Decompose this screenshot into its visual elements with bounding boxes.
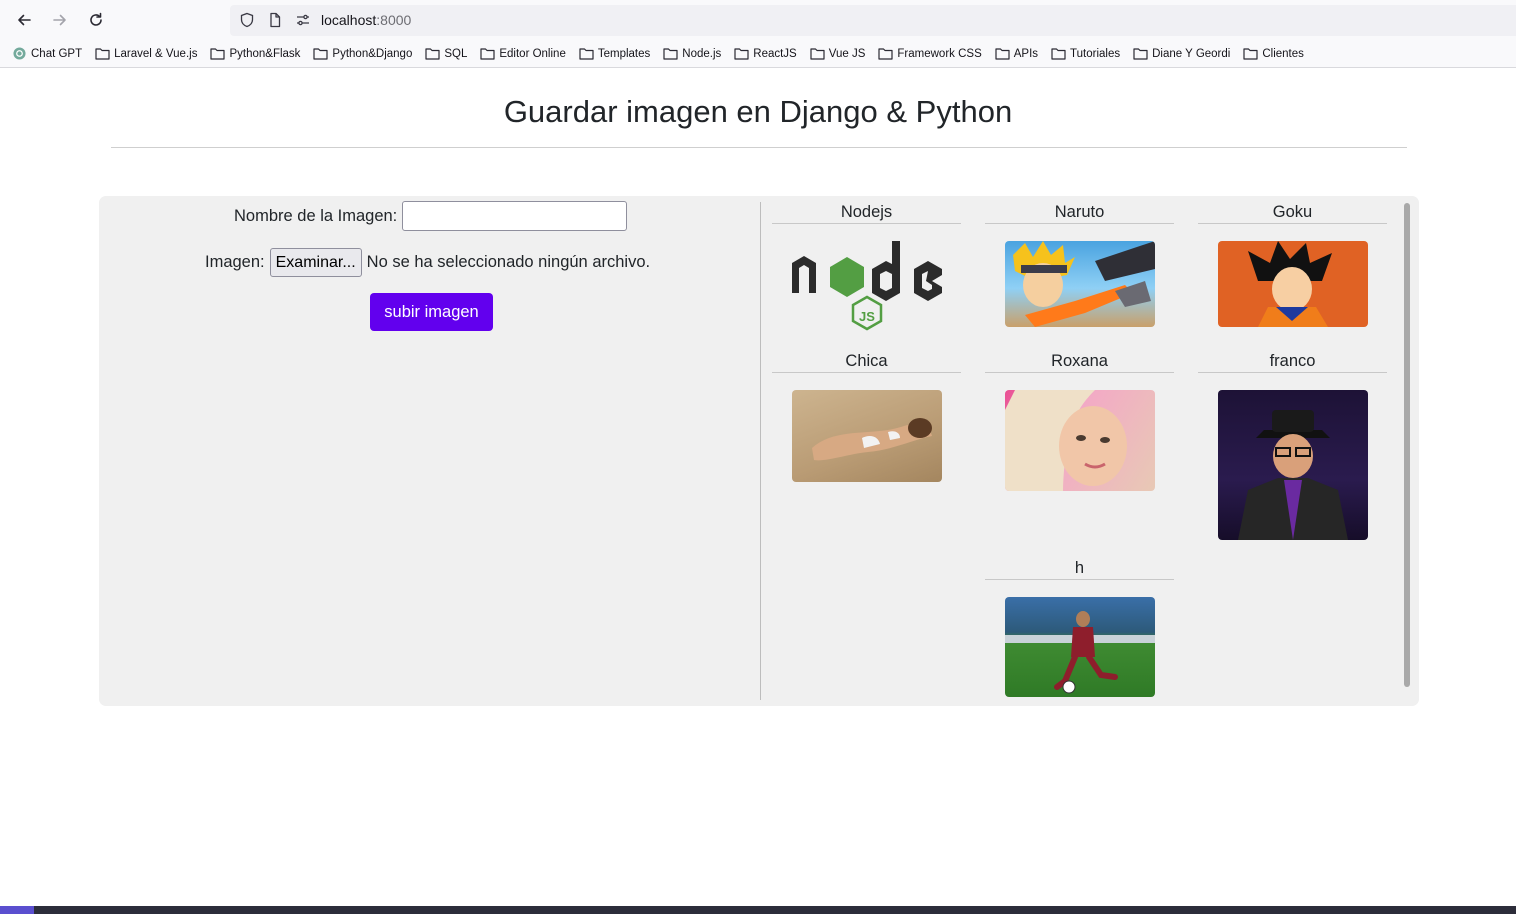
gallery-item: Roxana: [985, 350, 1174, 491]
url-port: :8000: [376, 12, 412, 28]
bookmark-folder[interactable]: SQL: [425, 47, 467, 60]
gallery-item: Nodejs JS: [772, 201, 961, 335]
gallery-caption: Goku: [1198, 201, 1387, 224]
gallery-caption: Roxana: [985, 350, 1174, 373]
soccer-player-image[interactable]: [1005, 597, 1155, 697]
folder-icon: [480, 48, 495, 60]
address-bar[interactable]: localhost:8000: [230, 5, 1516, 36]
folder-icon: [810, 48, 825, 60]
bookmark-folder[interactable]: Tutoriales: [1051, 47, 1120, 60]
folder-icon: [579, 48, 594, 60]
gallery-caption: Chica: [772, 350, 961, 373]
bookmark-folder[interactable]: Vue JS: [810, 47, 866, 60]
gallery-item: h: [985, 557, 1174, 697]
bookmark-label: Templates: [597, 47, 651, 60]
gallery-caption: Naruto: [985, 201, 1174, 224]
url-host: localhost: [321, 12, 377, 28]
bookmark-folder[interactable]: APIs: [995, 47, 1038, 60]
bookmark-label: SQL: [444, 47, 468, 60]
scrollbar-thumb[interactable]: [1404, 203, 1410, 687]
folder-icon: [1243, 48, 1258, 60]
goku-image[interactable]: [1218, 241, 1368, 327]
naruto-image[interactable]: [1005, 241, 1155, 327]
bookmark-folder[interactable]: Editor Online: [480, 47, 566, 60]
file-row: Imagen: Examinar... No se ha seleccionad…: [205, 248, 650, 277]
bookmark-label: Python&Flask: [229, 47, 301, 60]
bookmark-folder[interactable]: Python&Flask: [210, 47, 300, 60]
folder-icon: [995, 48, 1010, 60]
page-title: Guardar imagen en Django & Python: [503, 94, 1013, 129]
image-name-input[interactable]: [402, 201, 628, 231]
gallery-item: Naruto: [985, 201, 1174, 327]
folder-icon: [878, 48, 893, 60]
no-file-text: No se ha seleccionado ningún archivo.: [366, 253, 651, 271]
folder-icon: [210, 48, 226, 60]
back-button[interactable]: [12, 8, 36, 32]
gallery-item: franco: [1198, 350, 1387, 540]
bookmark-label: Node.js: [682, 47, 722, 60]
arrow-left-icon: [18, 14, 31, 26]
browser-toolbar: localhost:8000: [0, 0, 1516, 40]
page-icon[interactable]: [267, 12, 283, 28]
gallery-caption: franco: [1198, 350, 1387, 373]
bookmark-folder[interactable]: Framework CSS: [878, 47, 982, 60]
bookmark-folder[interactable]: Laravel & Vue.js: [95, 47, 197, 60]
url-text: localhost:8000: [321, 12, 411, 28]
bookmark-label: ReactJS: [753, 47, 797, 60]
name-label: Nombre de la Imagen:: [234, 206, 398, 225]
bookmark-folder[interactable]: Clientes: [1243, 47, 1304, 60]
gallery-caption: h: [985, 557, 1174, 580]
bookmark-folder[interactable]: Diane Y Geordi: [1133, 47, 1230, 60]
gallery-scrollbar[interactable]: [1399, 200, 1415, 704]
bookmark-folder[interactable]: ReactJS: [734, 47, 797, 60]
bookmark-label: Laravel & Vue.js: [114, 47, 198, 60]
title-divider: [111, 147, 1407, 148]
bookmark-label: Tutoriales: [1070, 47, 1121, 60]
name-row: Nombre de la Imagen:: [234, 201, 628, 231]
taskbar-accent: [0, 906, 34, 914]
gallery-caption: Nodejs: [772, 201, 961, 224]
folder-icon: [313, 48, 329, 60]
bookmarks-bar: Chat GPT Laravel & Vue.js Python&Flask P…: [0, 40, 1516, 68]
folder-icon: [425, 48, 440, 60]
forward-button[interactable]: [48, 8, 72, 32]
shield-icon[interactable]: [239, 12, 255, 28]
folder-icon: [1051, 48, 1066, 60]
bookmark-folder[interactable]: Python&Django: [313, 47, 412, 60]
folder-icon: [663, 48, 678, 60]
folder-icon: [734, 48, 749, 60]
bookmark-label: Vue JS: [828, 47, 866, 60]
panel-divider: [760, 202, 761, 700]
browse-button[interactable]: Examinar...: [269, 248, 362, 277]
taskbar: [0, 906, 1516, 914]
permissions-icon[interactable]: [295, 12, 311, 28]
folder-icon: [1133, 48, 1148, 60]
upload-image-button[interactable]: subir imagen: [370, 293, 493, 331]
bookmark-label: Python&Django: [332, 47, 413, 60]
bookmark-label: Editor Online: [499, 47, 566, 60]
arrow-right-icon: [53, 14, 66, 26]
bookmark-chat-gpt[interactable]: Chat GPT: [12, 47, 82, 60]
bookmark-label: APIs: [1013, 47, 1039, 60]
reload-icon: [90, 12, 102, 26]
chatgpt-icon: [13, 47, 26, 60]
gallery-item: Chica: [772, 350, 961, 482]
bookmark-label: Diane Y Geordi: [1152, 47, 1231, 60]
image-label: Imagen:: [205, 253, 265, 271]
bookmark-label: Framework CSS: [897, 47, 982, 60]
franco-image[interactable]: [1218, 390, 1368, 540]
bookmark-label: Clientes: [1262, 47, 1304, 60]
reload-button[interactable]: [84, 8, 108, 32]
bookmark-folder[interactable]: Node.js: [663, 47, 721, 60]
folder-icon: [95, 48, 110, 60]
chica-image[interactable]: [792, 390, 942, 482]
svg-text:JS: JS: [859, 309, 875, 324]
bookmark-folder[interactable]: Templates: [579, 47, 650, 60]
nodejs-image[interactable]: JS: [792, 241, 942, 335]
roxana-image[interactable]: [1005, 390, 1155, 491]
bookmark-label: Chat GPT: [31, 47, 83, 60]
gallery-item: Goku: [1198, 201, 1387, 327]
